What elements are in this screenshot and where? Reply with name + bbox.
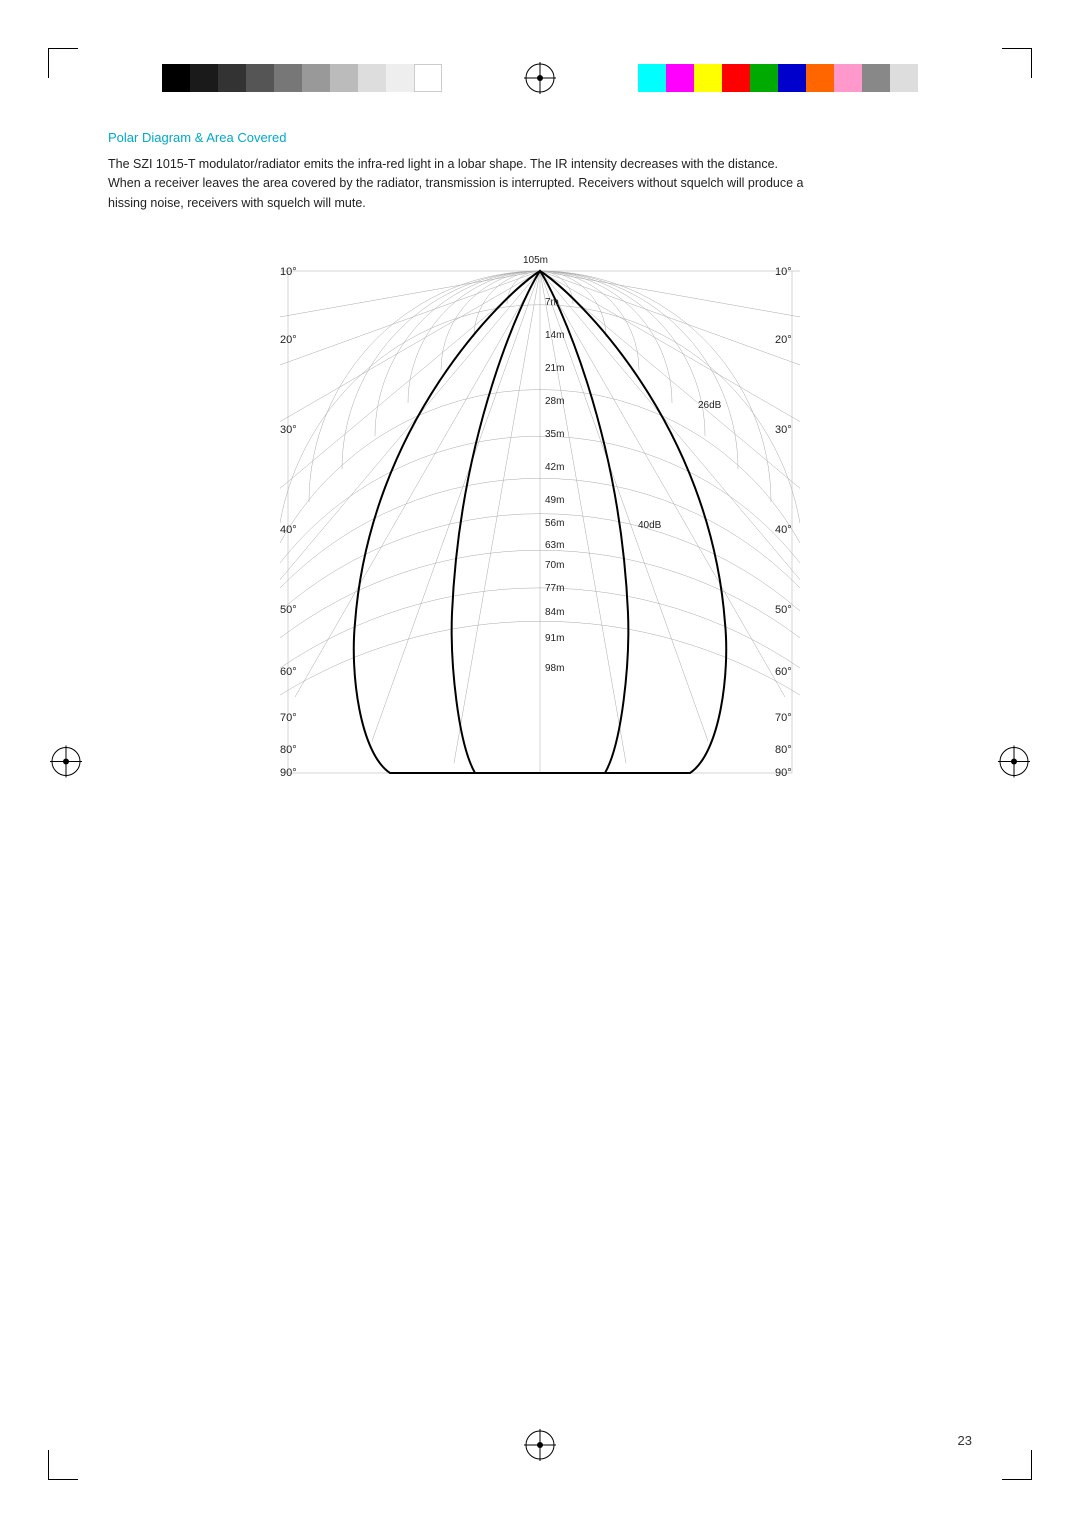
main-content: Polar Diagram & Area Covered The SZI 101… [108,130,972,808]
angle-right-80: 80° [775,744,792,756]
dist-21m: 21m [545,363,564,374]
angle-right-70: 70° [775,712,792,724]
angle-left-60: 60° [280,666,297,678]
angle-left-30: 30° [280,424,297,436]
angle-right-10: 10° [775,266,792,278]
angle-right-20: 20° [775,334,792,346]
crop-mark-br [1002,1450,1032,1480]
reg-mark-bottom [522,1427,558,1468]
dist-56m: 56m [545,518,564,529]
dist-105m: 105m [523,255,548,266]
angle-left-10: 10° [280,266,297,278]
polar-diagram-svg: .grid-line { stroke: #aaa; stroke-width:… [280,243,800,803]
angle-left-40: 40° [280,524,297,536]
dist-49m: 49m [545,495,564,506]
angle-right-60: 60° [775,666,792,678]
angle-right-40: 40° [775,524,792,536]
top-bar [0,60,1080,96]
dist-7m: 7m [545,297,559,308]
angle-left-70: 70° [280,712,297,724]
dist-84m: 84m [545,607,564,618]
angle-right-90: 90° [775,767,792,779]
dist-70m: 70m [545,560,564,571]
dist-14m: 14m [545,330,564,341]
dist-28m: 28m [545,396,564,407]
color-bar-right [638,64,918,92]
dist-98m: 98m [545,663,564,674]
crop-mark-bl [48,1450,78,1480]
polar-svg-wrapper: .grid-line { stroke: #aaa; stroke-width:… [280,243,800,808]
angle-left-90: 90° [280,767,297,779]
label-40db: 40dB [638,520,662,531]
label-26db: 26dB [698,400,722,411]
dist-63m: 63m [545,540,564,551]
angle-right-30: 30° [775,424,792,436]
polar-diagram-container: .grid-line { stroke: #aaa; stroke-width:… [108,243,972,808]
body-text: The SZI 1015-T modulator/radiator emits … [108,155,808,213]
angle-right-50: 50° [775,604,792,616]
dist-35m: 35m [545,429,564,440]
angle-left-80: 80° [280,744,297,756]
reg-mark-top-center [522,60,558,96]
dist-77m: 77m [545,583,564,594]
reg-mark-left [48,744,84,785]
color-bar-left [162,64,442,92]
angle-left-20: 20° [280,334,297,346]
reg-mark-right [996,744,1032,785]
section-title: Polar Diagram & Area Covered [108,130,972,145]
dist-91m: 91m [545,633,564,644]
page-number: 23 [958,1433,972,1448]
dist-42m: 42m [545,462,564,473]
angle-left-50: 50° [280,604,297,616]
